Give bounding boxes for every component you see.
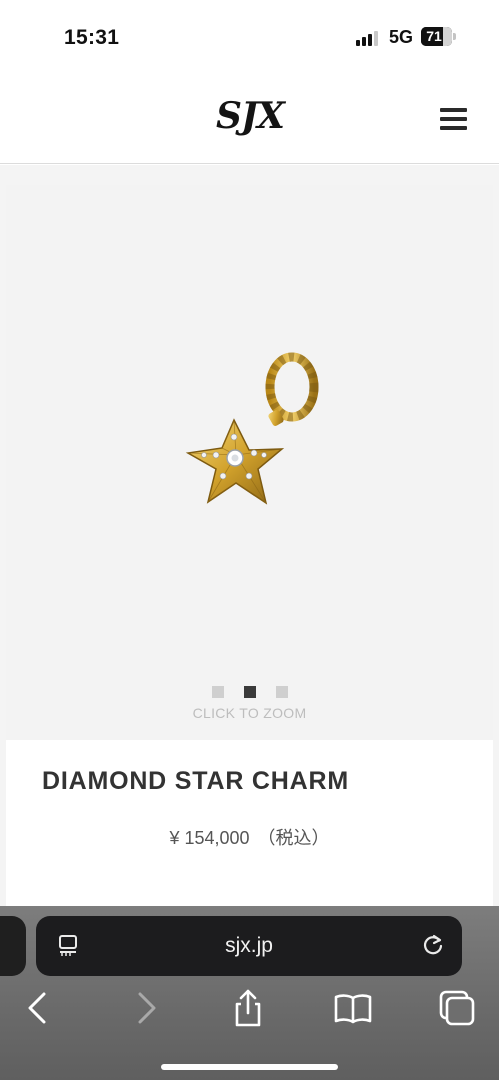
home-indicator [161, 1064, 338, 1070]
status-time: 15:31 [64, 26, 120, 49]
tabs-icon[interactable] [437, 988, 477, 1028]
price-row: ¥ 154,000 （税込） [6, 824, 493, 850]
battery-level: 71 [426, 28, 442, 44]
network-type: 5G [389, 27, 414, 47]
url-text[interactable]: sjx.jp [36, 934, 462, 958]
reload-icon[interactable] [421, 933, 445, 957]
site-logo[interactable]: SJX [200, 94, 300, 138]
product-title: DIAMOND STAR CHARM [42, 767, 349, 795]
gallery-dot-3[interactable] [275, 686, 288, 698]
site-header: SJX [0, 72, 499, 164]
address-bar[interactable]: sjx.jp [36, 916, 462, 976]
gallery-dot-2[interactable] [243, 686, 256, 698]
hamburger-menu-icon[interactable] [440, 108, 467, 130]
battery-icon: 71 [421, 27, 452, 46]
product-price: ¥ 154,000 [169, 828, 250, 848]
browser-toolbar [0, 988, 499, 1028]
tax-note: （税込） [257, 828, 330, 848]
gallery-dot-1[interactable] [211, 686, 224, 698]
bookmarks-icon[interactable] [333, 988, 373, 1028]
battery-nub [453, 33, 456, 40]
product-info: DIAMOND STAR CHARM ¥ 154,000 （税込） [6, 740, 493, 910]
previous-tab-pill[interactable] [0, 916, 26, 976]
back-icon[interactable] [18, 988, 58, 1028]
status-bar: 15:31 5G 71 [0, 0, 499, 72]
gallery-pagination [6, 685, 493, 698]
zoom-hint[interactable]: CLICK TO ZOOM [6, 705, 493, 721]
share-icon[interactable] [228, 988, 268, 1028]
product-gallery[interactable]: CLICK TO ZOOM [6, 185, 493, 740]
cellular-signal-icon [356, 30, 382, 46]
star-charm-image[interactable] [174, 345, 334, 515]
browser-bar: sjx.jp [0, 906, 499, 1080]
forward-icon[interactable] [126, 988, 166, 1028]
